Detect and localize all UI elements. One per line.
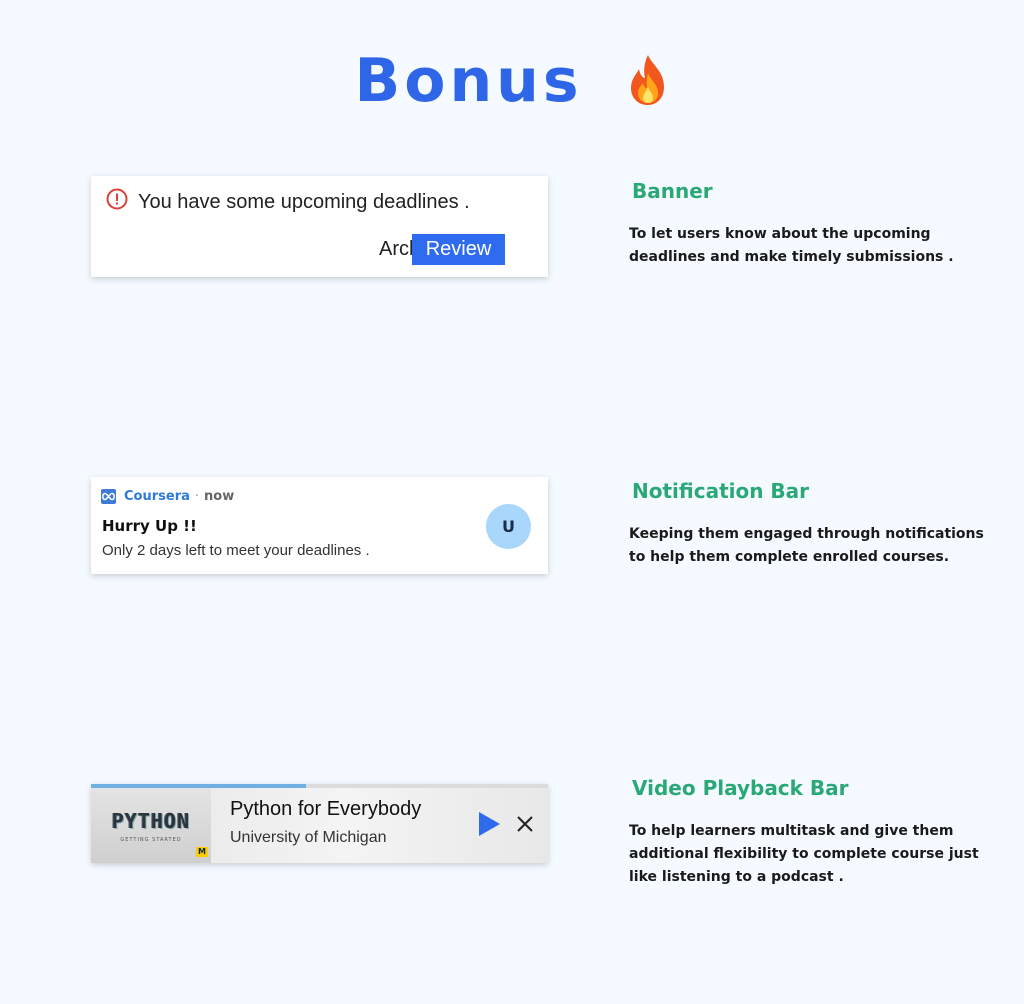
avatar[interactable]: U: [486, 504, 531, 549]
description-line: like listening to a podcast .: [629, 869, 844, 885]
coursera-infinity-icon: [101, 489, 116, 504]
thumbnail-subtitle: GETTING STARTED: [120, 836, 182, 843]
description-line: to help them complete enrolled courses.: [629, 549, 950, 565]
banner-message: You have some upcoming deadlines .: [106, 188, 470, 216]
alert-circle-icon: [106, 188, 128, 216]
notification-time: now: [204, 489, 235, 504]
close-button[interactable]: [514, 813, 536, 835]
page-title: Bonus: [0, 46, 1024, 122]
notification-title: Hurry Up !!: [102, 517, 197, 535]
fire-icon: [626, 52, 670, 122]
banner-description: To let users know about the upcoming dea…: [629, 223, 999, 269]
play-button[interactable]: [476, 811, 502, 837]
description-line: To help learners multitask and give them: [629, 823, 954, 839]
video-playback-bar[interactable]: PYTHON GETTING STARTED M Python for Ever…: [91, 784, 548, 863]
notification-card[interactable]: Coursera · now Hurry Up !! Only 2 days l…: [91, 477, 548, 574]
video-thumbnail[interactable]: PYTHON GETTING STARTED M: [91, 788, 211, 863]
notification-bar-heading: Notification Bar: [632, 479, 810, 503]
description-line: additional flexibility to complete cours…: [629, 846, 979, 862]
page-title-text: Bonus: [354, 46, 583, 116]
play-icon: [476, 812, 502, 840]
video-playback-bar-heading: Video Playback Bar: [632, 776, 849, 800]
video-title: Python for Everybody: [230, 798, 422, 820]
video-playback-bar-description: To help learners multitask and give them…: [629, 820, 999, 889]
separator-dot: ·: [194, 489, 200, 504]
thumbnail-title: PYTHON: [111, 808, 191, 833]
notification-body: Only 2 days left to meet your deadlines …: [102, 542, 370, 559]
michigan-logo: M: [196, 847, 208, 857]
review-button[interactable]: Review: [412, 234, 505, 265]
video-subtitle: University of Michigan: [230, 829, 387, 846]
notification-header: Coursera · now: [101, 489, 234, 504]
notification-bar-description: Keeping them engaged through notificatio…: [629, 523, 999, 569]
close-icon: [514, 816, 536, 838]
banner-card: You have some upcoming deadlines . Archi…: [91, 176, 548, 277]
app-name: Coursera: [124, 489, 190, 504]
description-line: deadlines and make timely submissions .: [629, 249, 954, 265]
banner-heading: Banner: [632, 179, 713, 203]
description-line: Keeping them engaged through notificatio…: [629, 526, 984, 542]
description-line: To let users know about the upcoming: [629, 226, 931, 242]
banner-message-text: You have some upcoming deadlines .: [138, 190, 470, 213]
